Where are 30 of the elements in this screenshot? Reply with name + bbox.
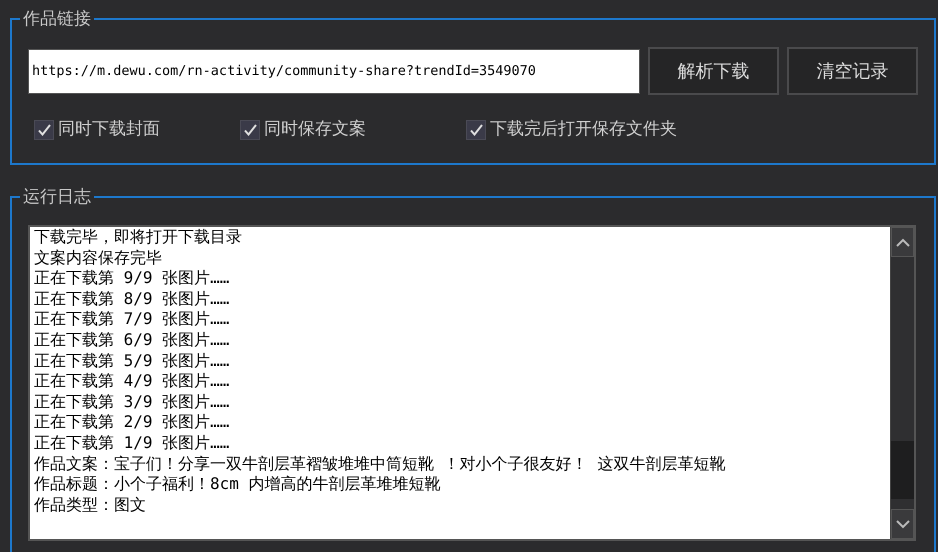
log-line: 正在下载第 9/9 张图片…… bbox=[34, 268, 230, 289]
log-line: 正在下载第 4/9 张图片…… bbox=[34, 371, 230, 392]
parse-download-button[interactable]: 解析下载 bbox=[648, 47, 779, 95]
url-input-field[interactable]: https://m.dewu.com/rn-activity/community-share?trendId=3549070 bbox=[28, 48, 640, 94]
log-line: 文案内容保存完毕 bbox=[34, 248, 163, 268]
log-line: 作品类型：图文 bbox=[34, 494, 147, 516]
log-line: 正在下载第 5/9 张图片…… bbox=[34, 350, 230, 372]
log-line: 作品文案：宝子们！分享一双牛剖层革褶皱堆堆中筒短靴 ！对小个子很友好！ 这双牛剖层革短靴 bbox=[34, 454, 726, 474]
checkbox-box[interactable] bbox=[466, 120, 486, 140]
scroll-thumb[interactable] bbox=[891, 441, 914, 499]
check-icon bbox=[470, 124, 482, 136]
option-checkbox[interactable]: 下载完后打开保存文件夹 bbox=[466, 117, 677, 142]
option-checkbox[interactable]: 同时下载封面 bbox=[34, 117, 240, 142]
log-line: 正在下载第 6/9 张图片…… bbox=[34, 330, 230, 351]
log-line: 正在下载第 7/9 张图片…… bbox=[34, 309, 230, 330]
log-line: 正在下载第 8/9 张图片…… bbox=[34, 288, 230, 310]
log-line: 正在下载第 2/9 张图片…… bbox=[34, 412, 230, 433]
scroll-down-icon[interactable] bbox=[896, 520, 910, 528]
option-checkbox[interactable]: 同时保存文案 bbox=[240, 117, 466, 142]
scroll-up-icon[interactable] bbox=[896, 238, 910, 246]
log-line: 正在下载第 1/9 张图片…… bbox=[34, 432, 230, 454]
check-icon bbox=[244, 124, 256, 136]
log-line: 作品标题：小个子福利！8cm 内增高的牛剖层革堆堆短靴 bbox=[34, 474, 442, 495]
check-icon bbox=[38, 124, 50, 136]
log-line: 下载完毕，即将打开下载目录 bbox=[34, 227, 243, 248]
checkbox-box[interactable] bbox=[240, 120, 260, 140]
checkbox-box[interactable] bbox=[34, 120, 54, 140]
clear-records-button[interactable]: 清空记录 bbox=[786, 47, 918, 95]
log-line: 正在下载第 3/9 张图片…… bbox=[34, 392, 230, 412]
scrollbar[interactable] bbox=[890, 227, 914, 539]
